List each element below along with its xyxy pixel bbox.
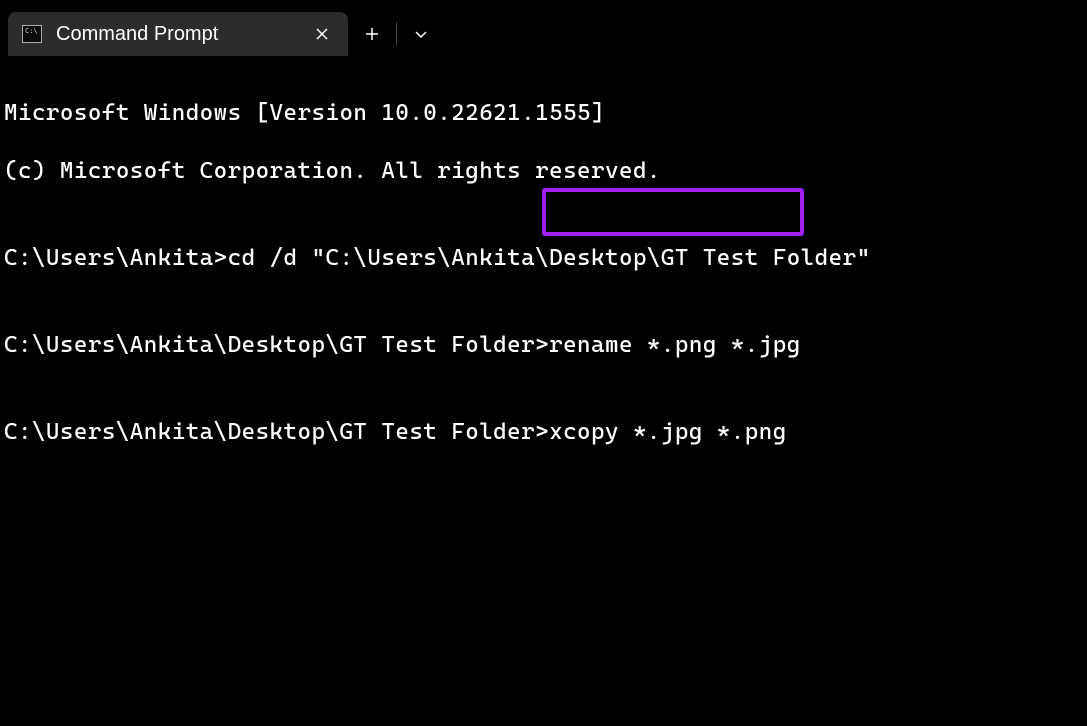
tab-dropdown-button[interactable] (397, 12, 445, 56)
cmd-icon-text: C:\ (25, 28, 38, 34)
cmd-icon: C:\ (22, 25, 42, 43)
new-tab-button[interactable] (348, 12, 396, 56)
annotation-highlight-box (542, 188, 804, 236)
terminal-line-5: C:\Users\Ankita\Desktop\GT Test Folder>r… (4, 331, 1083, 360)
close-tab-button[interactable] (308, 20, 336, 48)
plus-icon (365, 27, 379, 41)
terminal-line-3: C:\Users\Ankita>cd /d "C:\Users\Ankita\D… (4, 244, 1083, 273)
active-tab[interactable]: C:\ Command Prompt (8, 12, 348, 56)
chevron-down-icon (414, 30, 428, 38)
terminal-line-1: (c) Microsoft Corporation. All rights re… (4, 157, 1083, 186)
tab-title: Command Prompt (56, 23, 308, 46)
terminal-line-7: C:\Users\Ankita\Desktop\GT Test Folder>x… (4, 418, 1083, 447)
titlebar: C:\ Command Prompt (0, 0, 1087, 56)
terminal-output[interactable]: Microsoft Windows [Version 10.0.22621.15… (0, 56, 1087, 509)
close-icon (316, 28, 328, 40)
terminal-line-0: Microsoft Windows [Version 10.0.22621.15… (4, 99, 1083, 128)
